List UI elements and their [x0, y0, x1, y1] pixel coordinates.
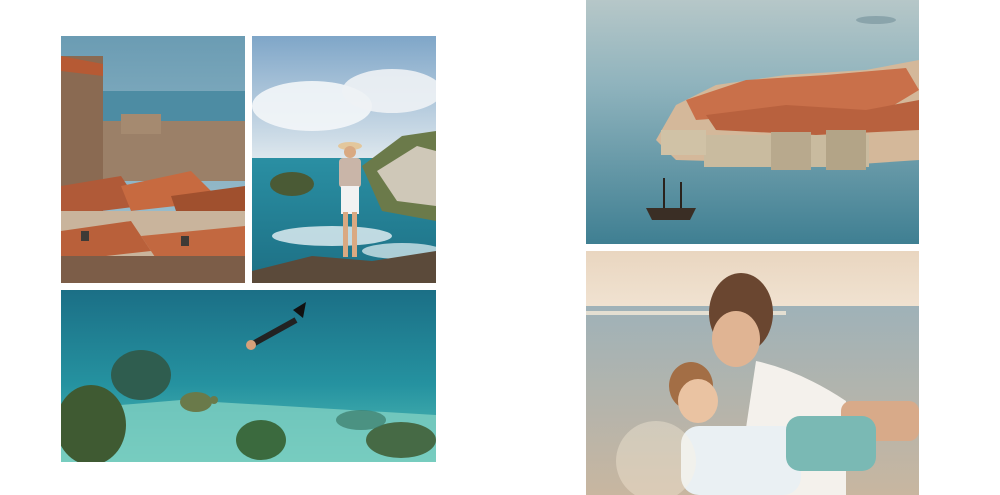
woman-on-cliff-icon — [252, 36, 436, 283]
woman-on-cliff-photo — [252, 36, 436, 283]
snorkeler-with-turtle-photo — [61, 290, 436, 462]
old-town-rooftops-photo — [61, 36, 245, 283]
walled-city-with-ship-icon — [586, 0, 919, 244]
snorkeler-with-turtle-icon — [61, 290, 436, 462]
mother-and-child-beach-photo — [586, 251, 919, 495]
old-town-rooftops-icon — [61, 36, 245, 283]
walled-city-with-ship-photo — [586, 0, 919, 244]
mother-and-child-beach-icon — [586, 251, 919, 495]
